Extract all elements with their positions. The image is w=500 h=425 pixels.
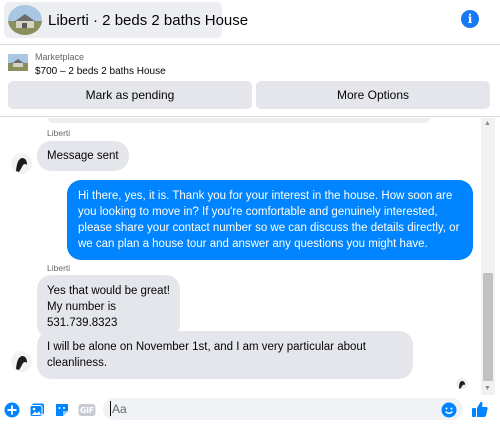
- marketplace-listing-card: Marketplace $700 – 2 beds 2 baths House …: [0, 45, 500, 117]
- message-scrollbar[interactable]: ▲ ▼: [481, 118, 495, 395]
- sticker-icon[interactable]: [54, 402, 70, 418]
- scrollbar-thumb[interactable]: [483, 273, 493, 381]
- conversation-title-button[interactable]: Liberti · 2 beds 2 baths House: [4, 2, 248, 38]
- message-bubble-incoming[interactable]: Yes that would be great! My number is 53…: [37, 275, 180, 339]
- scroll-up-arrow-icon[interactable]: ▲: [484, 120, 491, 127]
- more-options-button[interactable]: More Options: [256, 81, 490, 109]
- message-list[interactable]: Liberti Message sent Hi there, yes, it i…: [0, 118, 481, 395]
- thumbs-up-icon[interactable]: [471, 400, 489, 418]
- listing-thumbnail: [8, 5, 42, 35]
- message-composer: GIF Aa: [0, 395, 500, 425]
- listing-small-thumbnail[interactable]: [8, 54, 28, 71]
- photo-icon[interactable]: [29, 402, 45, 418]
- info-icon[interactable]: i: [461, 10, 479, 28]
- message-bubble-outgoing[interactable]: Hi there, yes, it is. Thank you for your…: [67, 180, 473, 260]
- message-bubble-incoming[interactable]: Message sent: [37, 141, 129, 171]
- seen-receipt-avatar: [456, 377, 468, 389]
- sender-avatar[interactable]: [11, 153, 32, 174]
- text-cursor: [110, 401, 111, 416]
- gif-icon[interactable]: GIF: [78, 402, 96, 418]
- scroll-down-arrow-icon[interactable]: ▼: [484, 385, 491, 392]
- sender-name: Liberti: [47, 128, 71, 138]
- emoji-icon[interactable]: [441, 402, 457, 418]
- chat-header: Liberti · 2 beds 2 baths House i: [0, 0, 500, 44]
- svg-text:GIF: GIF: [80, 406, 94, 415]
- message-input[interactable]: Aa: [103, 398, 463, 420]
- mark-as-pending-button[interactable]: Mark as pending: [8, 81, 252, 109]
- previous-message-bubble-edge: [48, 118, 430, 123]
- message-bubble-incoming[interactable]: I will be alone on November 1st, and I a…: [37, 331, 413, 379]
- plus-circle-icon[interactable]: [4, 402, 20, 418]
- sender-name: Liberti: [47, 263, 71, 273]
- listing-price-title[interactable]: $700 – 2 beds 2 baths House: [35, 66, 166, 77]
- message-input-placeholder: Aa: [112, 402, 127, 416]
- conversation-title: Liberti · 2 beds 2 baths House: [48, 11, 249, 29]
- marketplace-label: Marketplace: [35, 52, 85, 62]
- sender-avatar[interactable]: [11, 351, 32, 372]
